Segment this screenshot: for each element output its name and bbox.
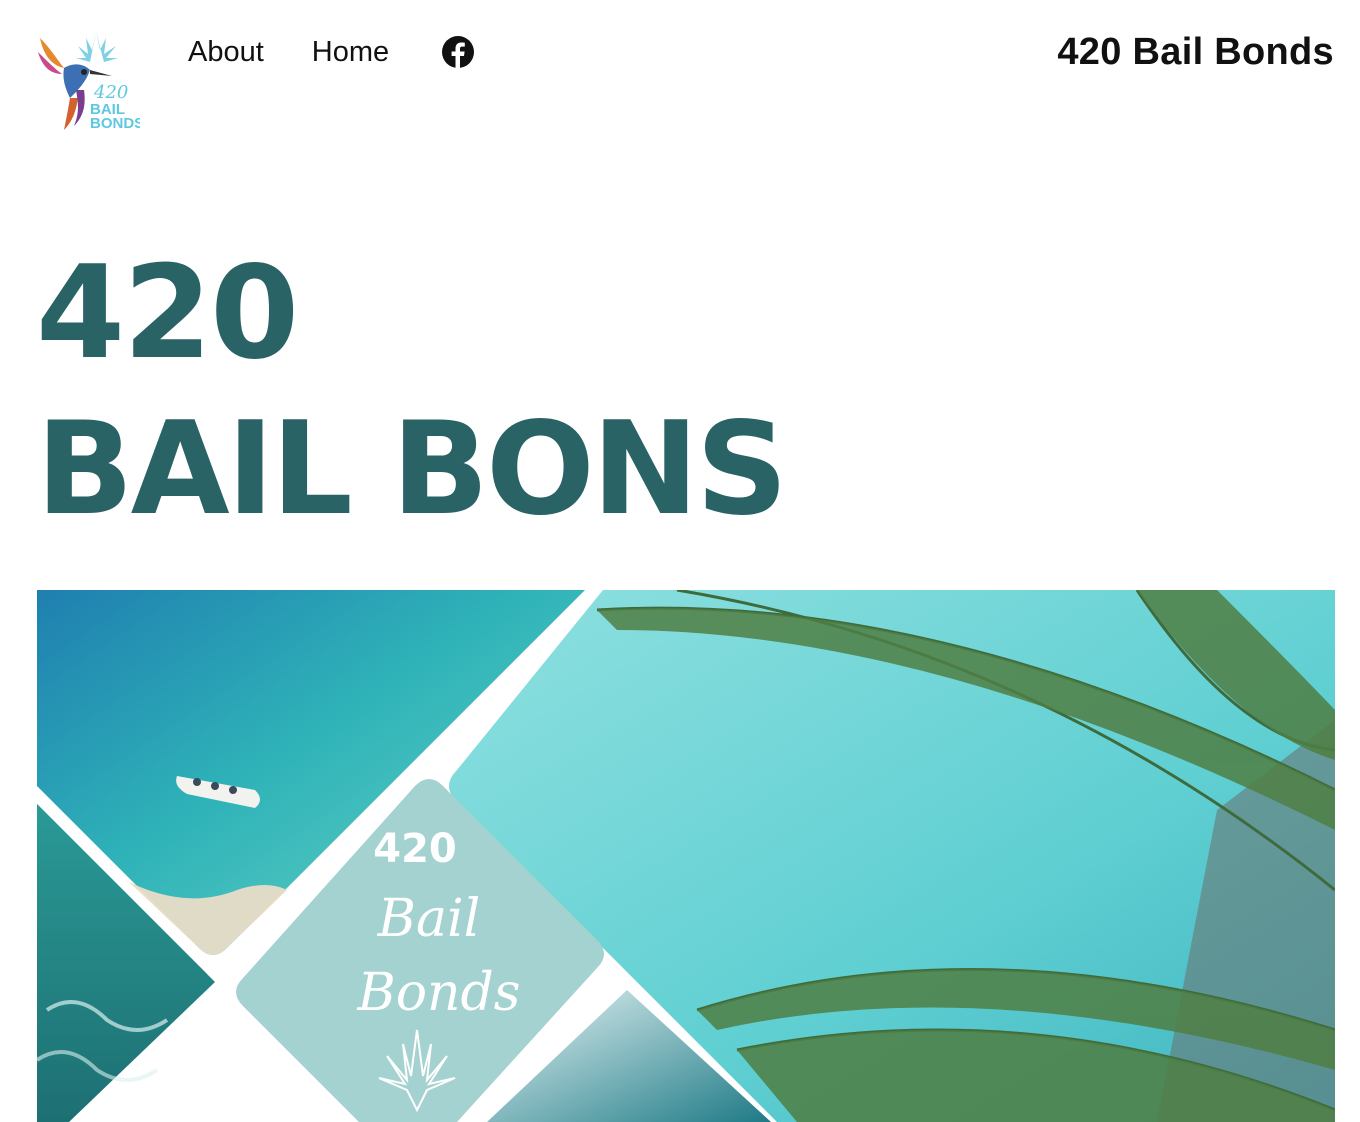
hero-heading: 420 BAIL BONS (36, 239, 788, 544)
facebook-icon (442, 36, 475, 69)
badge-number: 420 (373, 826, 457, 872)
site-title[interactable]: 420 Bail Bonds (1057, 28, 1334, 76)
hero-heading-line1: 420 (36, 239, 299, 388)
nav-link-about[interactable]: About (188, 30, 264, 74)
facebook-link[interactable] (437, 35, 475, 69)
nav-link-home[interactable]: Home (312, 30, 389, 74)
site-header: 420 BAIL BONDS About Home 420 Bail Bonds (0, 0, 1360, 150)
main-nav: About Home (188, 30, 475, 74)
logo-420-text: 420 (93, 82, 128, 103)
logo-bonds-text: BONDS (90, 115, 140, 132)
hero-heading-line2: BAIL BONS (36, 395, 788, 544)
site-logo[interactable]: 420 BAIL BONDS (34, 28, 144, 134)
cannabis-leaf-icon (76, 32, 118, 62)
hero-banner-image: 420 Bail Bonds (37, 590, 1335, 1122)
badge-script-bail: Bail (377, 889, 480, 949)
page: 420 BAIL BONDS About Home 420 Bail Bonds… (0, 0, 1360, 1122)
badge-script-bonds: Bonds (357, 963, 521, 1023)
